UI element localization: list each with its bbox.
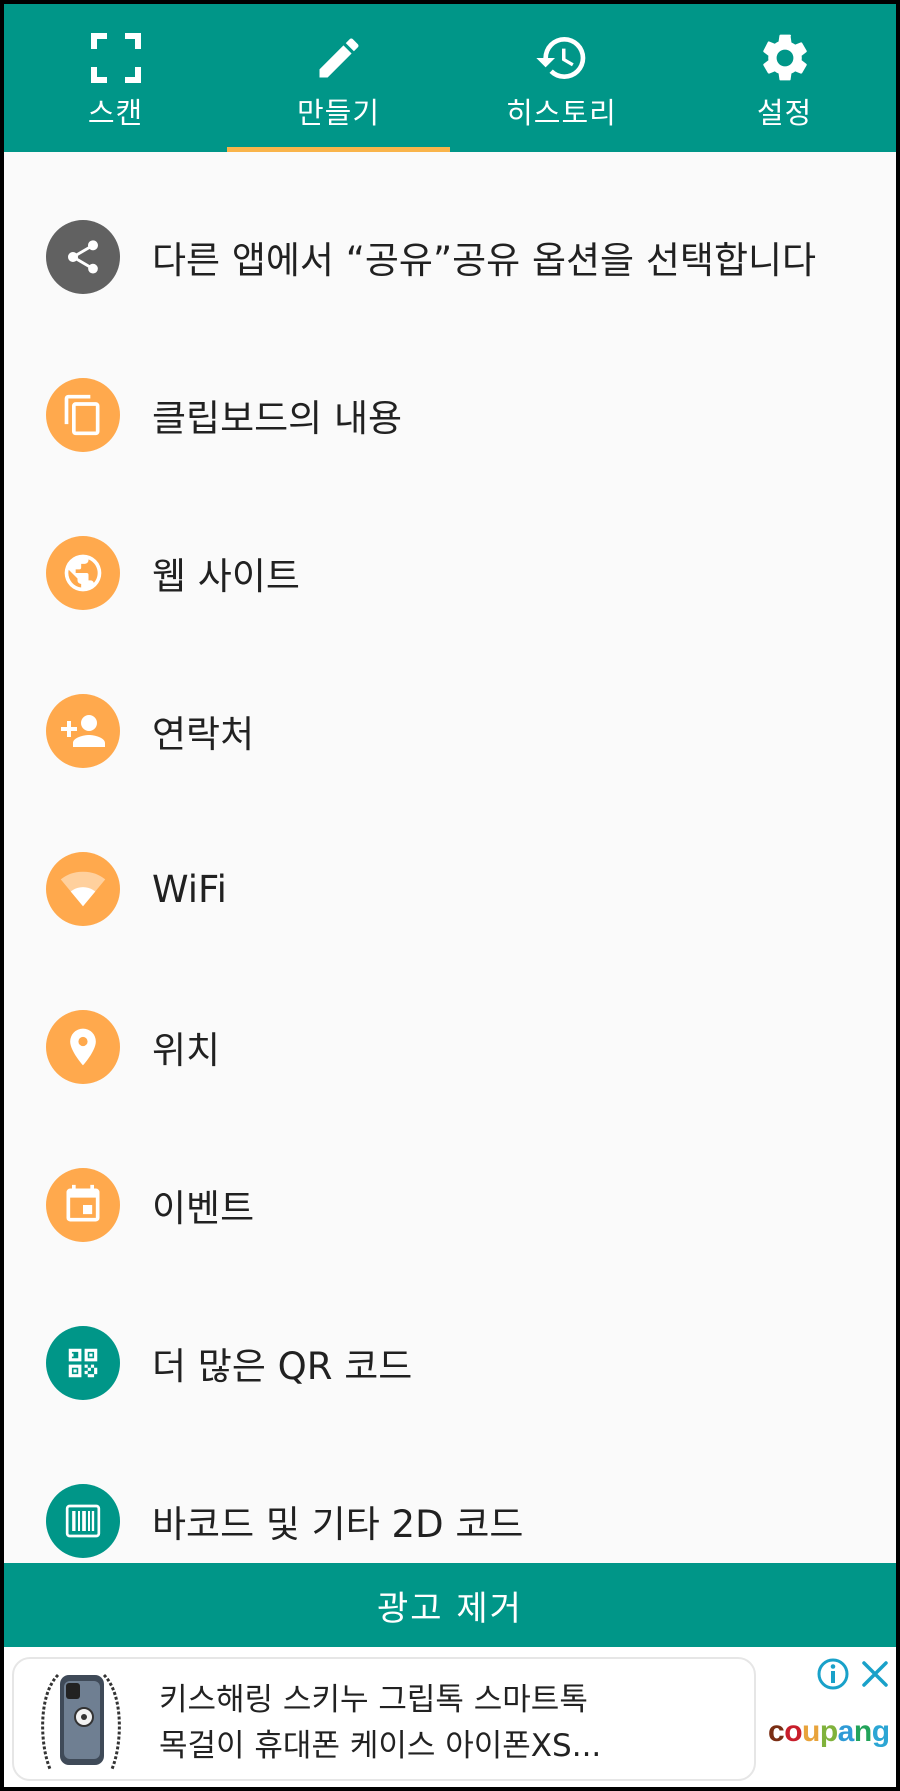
list-item-more-qr-codes[interactable]: 더 많은 QR 코드	[4, 1308, 896, 1418]
brand-letter: p	[819, 1715, 838, 1748]
app-screen: 스캔 만들기 히스토리 설정 다른 앱에서 “공유”공유 옵션을 선택합니다 클…	[4, 4, 896, 1787]
list-item-label: 더 많은 QR 코드	[152, 1345, 413, 1388]
pencil-icon	[311, 30, 367, 86]
ad-title-line2: 목걸이 휴대폰 케이스 아이폰XS...	[159, 1728, 602, 1764]
top-tab-bar: 스캔 만들기 히스토리 설정	[4, 4, 896, 152]
list-item-location[interactable]: 위치	[4, 992, 896, 1102]
globe-icon	[46, 536, 120, 610]
brand-letter: a	[837, 1715, 855, 1748]
add-contact-icon	[46, 694, 120, 768]
ad-title[interactable]: 키스해링 스키누 그립톡 스마트톡 목걸이 휴대폰 케이스 아이폰XS...	[159, 1677, 719, 1769]
ad-banner[interactable]: 키스해링 스키누 그립톡 스마트톡 목걸이 휴대폰 케이스 아이폰XS... c…	[4, 1647, 896, 1787]
list-item-label: 이벤트	[152, 1187, 255, 1230]
brand-letter: c	[768, 1715, 785, 1748]
tab-scan[interactable]: 스캔	[4, 4, 227, 152]
tab-history[interactable]: 히스토리	[450, 4, 673, 152]
list-item-barcode[interactable]: 바코드 및 기타 2D 코드	[4, 1466, 896, 1563]
list-item-label: 다른 앱에서 “공유”공유 옵션을 선택합니다	[152, 239, 817, 282]
share-icon	[46, 220, 120, 294]
list-item-event[interactable]: 이벤트	[4, 1150, 896, 1260]
list-item-label: WiFi	[152, 867, 227, 911]
location-pin-icon	[46, 1010, 120, 1084]
create-options-list: 다른 앱에서 “공유”공유 옵션을 선택합니다 클립보드의 내용 웹 사이트 연…	[4, 152, 896, 1563]
clipboard-copy-icon	[46, 378, 120, 452]
barcode-icon	[46, 1484, 120, 1558]
scan-frame-icon	[88, 30, 144, 86]
list-item-label: 바코드 및 기타 2D 코드	[152, 1503, 524, 1546]
remove-ads-button[interactable]: 광고 제거	[4, 1563, 896, 1647]
list-item-label: 클립보드의 내용	[152, 397, 403, 440]
history-icon	[534, 30, 590, 86]
brand-letter: g	[871, 1715, 890, 1748]
qr-code-icon	[46, 1326, 120, 1400]
list-item-wifi[interactable]: WiFi	[4, 834, 896, 944]
brand-letter: o	[784, 1715, 803, 1748]
list-item-label: 위치	[152, 1029, 221, 1072]
calendar-icon	[46, 1168, 120, 1242]
list-item-clipboard[interactable]: 클립보드의 내용	[4, 360, 896, 470]
ad-product-image[interactable]	[28, 1665, 140, 1777]
gear-icon	[757, 30, 813, 86]
info-icon[interactable]	[816, 1657, 850, 1691]
tab-label: 스캔	[87, 96, 144, 130]
list-item-website[interactable]: 웹 사이트	[4, 518, 896, 628]
brand-letter: u	[802, 1715, 820, 1748]
wifi-icon	[46, 852, 120, 926]
list-item-share-from-other-app[interactable]: 다른 앱에서 “공유”공유 옵션을 선택합니다	[4, 202, 896, 312]
brand-letter: n	[853, 1715, 872, 1748]
list-item-label: 웹 사이트	[152, 555, 300, 598]
tab-create[interactable]: 만들기	[227, 4, 450, 152]
ad-title-line1: 키스해링 스키누 그립톡 스마트톡	[159, 1682, 588, 1718]
tab-settings[interactable]: 설정	[673, 4, 896, 152]
tab-label: 히스토리	[506, 96, 617, 130]
coupang-logo[interactable]: coupang	[768, 1715, 890, 1749]
list-item-contact[interactable]: 연락처	[4, 676, 896, 786]
close-icon[interactable]	[860, 1657, 890, 1691]
ad-card[interactable]: 키스해링 스키누 그립톡 스마트톡 목걸이 휴대폰 케이스 아이폰XS...	[12, 1657, 756, 1781]
tab-label: 만들기	[296, 96, 381, 130]
tab-label: 설정	[756, 96, 813, 130]
list-item-label: 연락처	[152, 713, 255, 756]
